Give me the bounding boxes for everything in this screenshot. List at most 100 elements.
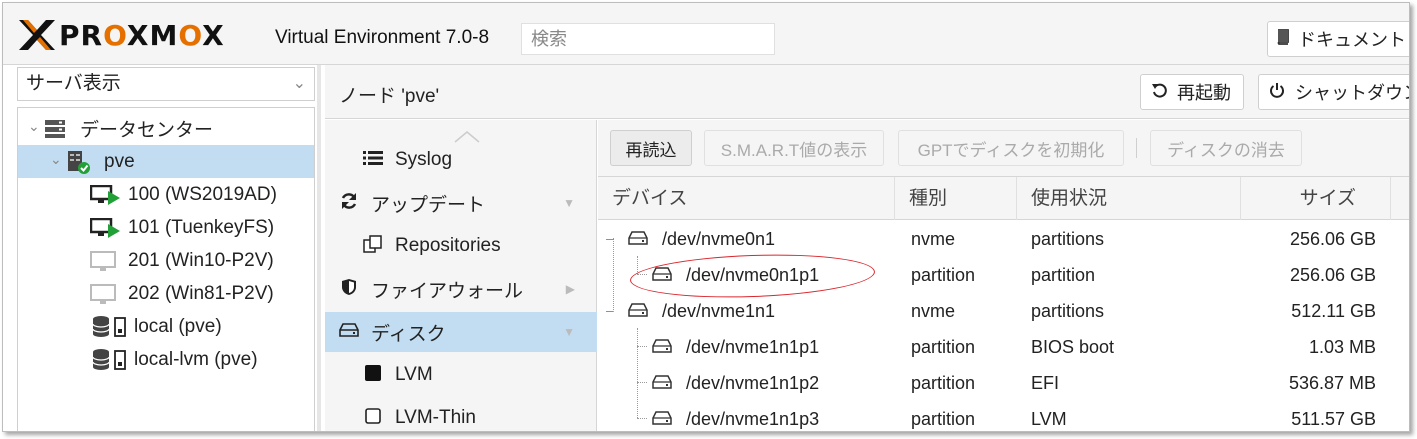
chevron-down-icon[interactable]: ▼ <box>563 325 575 339</box>
device-name: /dev/nvme0n1 <box>662 229 776 249</box>
vm-running-icon <box>89 184 122 213</box>
tree-item-datacenter[interactable]: ⌄ データセンター <box>18 112 314 145</box>
disk-grid-header: デバイス 種別 使用状況 サイズ <box>598 177 1409 220</box>
view-select[interactable]: サーバ表示 ⌄ <box>17 67 315 101</box>
reboot-label: 再起動 <box>1177 83 1231 103</box>
column-device[interactable]: デバイス <box>598 177 895 220</box>
device-cell: /dev/nvme1n1p2 <box>652 365 819 401</box>
vm-running-icon <box>89 217 122 246</box>
submenu-label: Syslog <box>395 149 453 170</box>
tree-item-pve[interactable]: ⌄ pve <box>18 145 314 178</box>
shutdown-label: シャットダウン <box>1295 83 1410 103</box>
book-icon <box>1276 28 1290 50</box>
tree-item-label: 202 (Win81-P2V) <box>128 282 274 304</box>
size-cell: 511.57 GB <box>1291 409 1376 429</box>
node-online-icon <box>66 149 92 181</box>
tree-item-vm-201[interactable]: 201 (Win10-P2V) <box>18 244 314 277</box>
usage-cell: partitions <box>1031 229 1105 249</box>
proxmox-logo[interactable]: PROXMOX <box>17 17 225 53</box>
shutdown-button[interactable]: シャットダウン <box>1258 74 1410 110</box>
initialize-gpt-button[interactable]: GPTでディスクを初期化 <box>898 130 1124 166</box>
submenu-item-repositories[interactable]: Repositories <box>325 226 597 266</box>
disk-icon <box>652 329 672 365</box>
tree-item-vm-101[interactable]: 101 (TuenkeyFS) <box>18 211 314 244</box>
size-cell: 536.87 MB <box>1288 373 1376 393</box>
proxmox-window: PROXMOX Virtual Environment 7.0-8 検索 ドキュ… <box>2 2 1410 432</box>
type-cell: nvme <box>911 301 956 321</box>
brand-name: PROXMOX <box>59 18 225 52</box>
column-type[interactable]: 種別 <box>895 177 1017 220</box>
tree-item-storage-local[interactable]: local (pve) <box>18 310 314 343</box>
view-select-value: サーバ表示 <box>26 73 121 94</box>
chevron-right-icon[interactable]: ▶ <box>566 282 575 296</box>
submenu-item-disks[interactable]: ディスク ▼ <box>325 312 597 352</box>
column-usage[interactable]: 使用状況 <box>1017 177 1241 220</box>
datacenter-icon <box>44 119 66 145</box>
disk-icon <box>337 322 361 342</box>
collapse-icon[interactable]: – <box>606 302 614 318</box>
reboot-button[interactable]: 再起動 <box>1140 74 1244 110</box>
submenu-item-syslog[interactable]: Syslog <box>325 140 597 180</box>
column-size[interactable]: サイズ <box>1241 177 1391 220</box>
disk-toolbar: 再読込 S.M.A.R.T値の表示 GPTでディスクを初期化 ディスクの消去 <box>598 120 1409 177</box>
search-input[interactable]: 検索 <box>521 23 775 55</box>
documentation-button[interactable]: ドキュメント <box>1267 21 1409 57</box>
vm-stopped-icon <box>90 251 122 279</box>
type-cell: partition <box>911 265 976 285</box>
submenu-label: ファイアウォール <box>371 280 524 302</box>
table-row[interactable]: /dev/nvme1n1p1 partition BIOS boot 1.03 … <box>598 329 1409 365</box>
device-cell: /dev/nvme0n1 <box>628 221 775 257</box>
resource-tree-panel: サーバ表示 ⌄ ⌄ データセンター ⌄ pve 100 (WS2019AD) 1… <box>3 65 321 431</box>
product-version: Virtual Environment 7.0-8 <box>275 27 490 48</box>
tree-expander-icon[interactable]: ⌄ <box>28 118 40 135</box>
storage-icon <box>92 315 134 345</box>
undo-icon <box>1151 82 1167 103</box>
submenu-item-updates[interactable]: アップデート ▼ <box>325 183 597 223</box>
toolbar-separator <box>1136 138 1137 158</box>
size-cell: 256.06 GB <box>1289 265 1376 285</box>
usage-cell: EFI <box>1031 373 1060 393</box>
node-header: ノード 'pve' 再起動 シャットダウン <box>325 65 1410 119</box>
table-row[interactable]: /dev/nvme1n1p2 partition EFI 536.87 MB <box>598 365 1409 401</box>
type-cell: partition <box>911 337 976 357</box>
type-cell: nvme <box>911 229 956 249</box>
tree-item-label: pve <box>104 150 135 172</box>
submenu-item-firewall[interactable]: ファイアウォール ▶ <box>325 269 597 309</box>
usage-cell: BIOS boot <box>1031 337 1115 357</box>
submenu-label: Repositories <box>395 235 501 256</box>
disk-icon <box>652 401 672 431</box>
tree-expander-icon[interactable]: ⌄ <box>50 151 62 168</box>
tree-item-label: 100 (WS2019AD) <box>128 183 277 205</box>
lvm-thin-icon <box>361 407 385 430</box>
tree-item-vm-100[interactable]: 100 (WS2019AD) <box>18 178 314 211</box>
tree-item-label: データセンター <box>80 120 214 141</box>
page-title: ノード 'pve' <box>339 86 440 107</box>
submenu-item-lvm[interactable]: LVM <box>325 355 597 395</box>
tree-item-label: 101 (TuenkeyFS) <box>128 216 275 238</box>
power-icon <box>1269 82 1285 103</box>
device-cell: /dev/nvme1n1p1 <box>652 329 819 365</box>
submenu-label: ディスク <box>371 323 446 345</box>
submenu-item-lvm-thin[interactable]: LVM-Thin <box>325 398 597 431</box>
top-header: PROXMOX Virtual Environment 7.0-8 検索 ドキュ… <box>3 3 1409 65</box>
proxmox-x-icon <box>19 20 55 50</box>
wipe-disk-button[interactable]: ディスクの消去 <box>1150 130 1302 166</box>
device-name: /dev/nvme1n1p3 <box>686 409 820 429</box>
reload-button[interactable]: 再読込 <box>610 130 692 166</box>
table-row[interactable]: – /dev/nvme1n1 nvme partitions 512.11 GB <box>598 293 1409 329</box>
node-submenu: Syslog アップデート ▼ Repositories ファイアウォール ▶ … <box>325 120 597 431</box>
smart-values-button[interactable]: S.M.A.R.T値の表示 <box>704 130 884 166</box>
chevron-down-icon[interactable]: ▼ <box>563 196 575 210</box>
collapse-icon[interactable]: – <box>606 230 614 246</box>
submenu-label: LVM-Thin <box>395 407 476 428</box>
table-row[interactable]: /dev/nvme1n1p3 partition LVM 511.57 GB <box>598 401 1409 431</box>
resource-tree: ⌄ データセンター ⌄ pve 100 (WS2019AD) 101 (Tuen… <box>17 107 315 431</box>
tree-item-storage-local-lvm[interactable]: local-lvm (pve) <box>18 343 314 376</box>
device-name: /dev/nvme1n1p2 <box>686 373 820 393</box>
table-row[interactable]: – /dev/nvme0n1 nvme partitions 256.06 GB <box>598 221 1409 257</box>
tree-item-vm-202[interactable]: 202 (Win81-P2V) <box>18 277 314 310</box>
size-cell: 256.06 GB <box>1289 229 1376 249</box>
size-cell: 1.03 MB <box>1308 337 1376 357</box>
chevron-down-icon: ⌄ <box>292 75 306 92</box>
main-panel: ノード 'pve' 再起動 シャットダウン Syslog アップデート ▼ Re… <box>325 65 1410 431</box>
